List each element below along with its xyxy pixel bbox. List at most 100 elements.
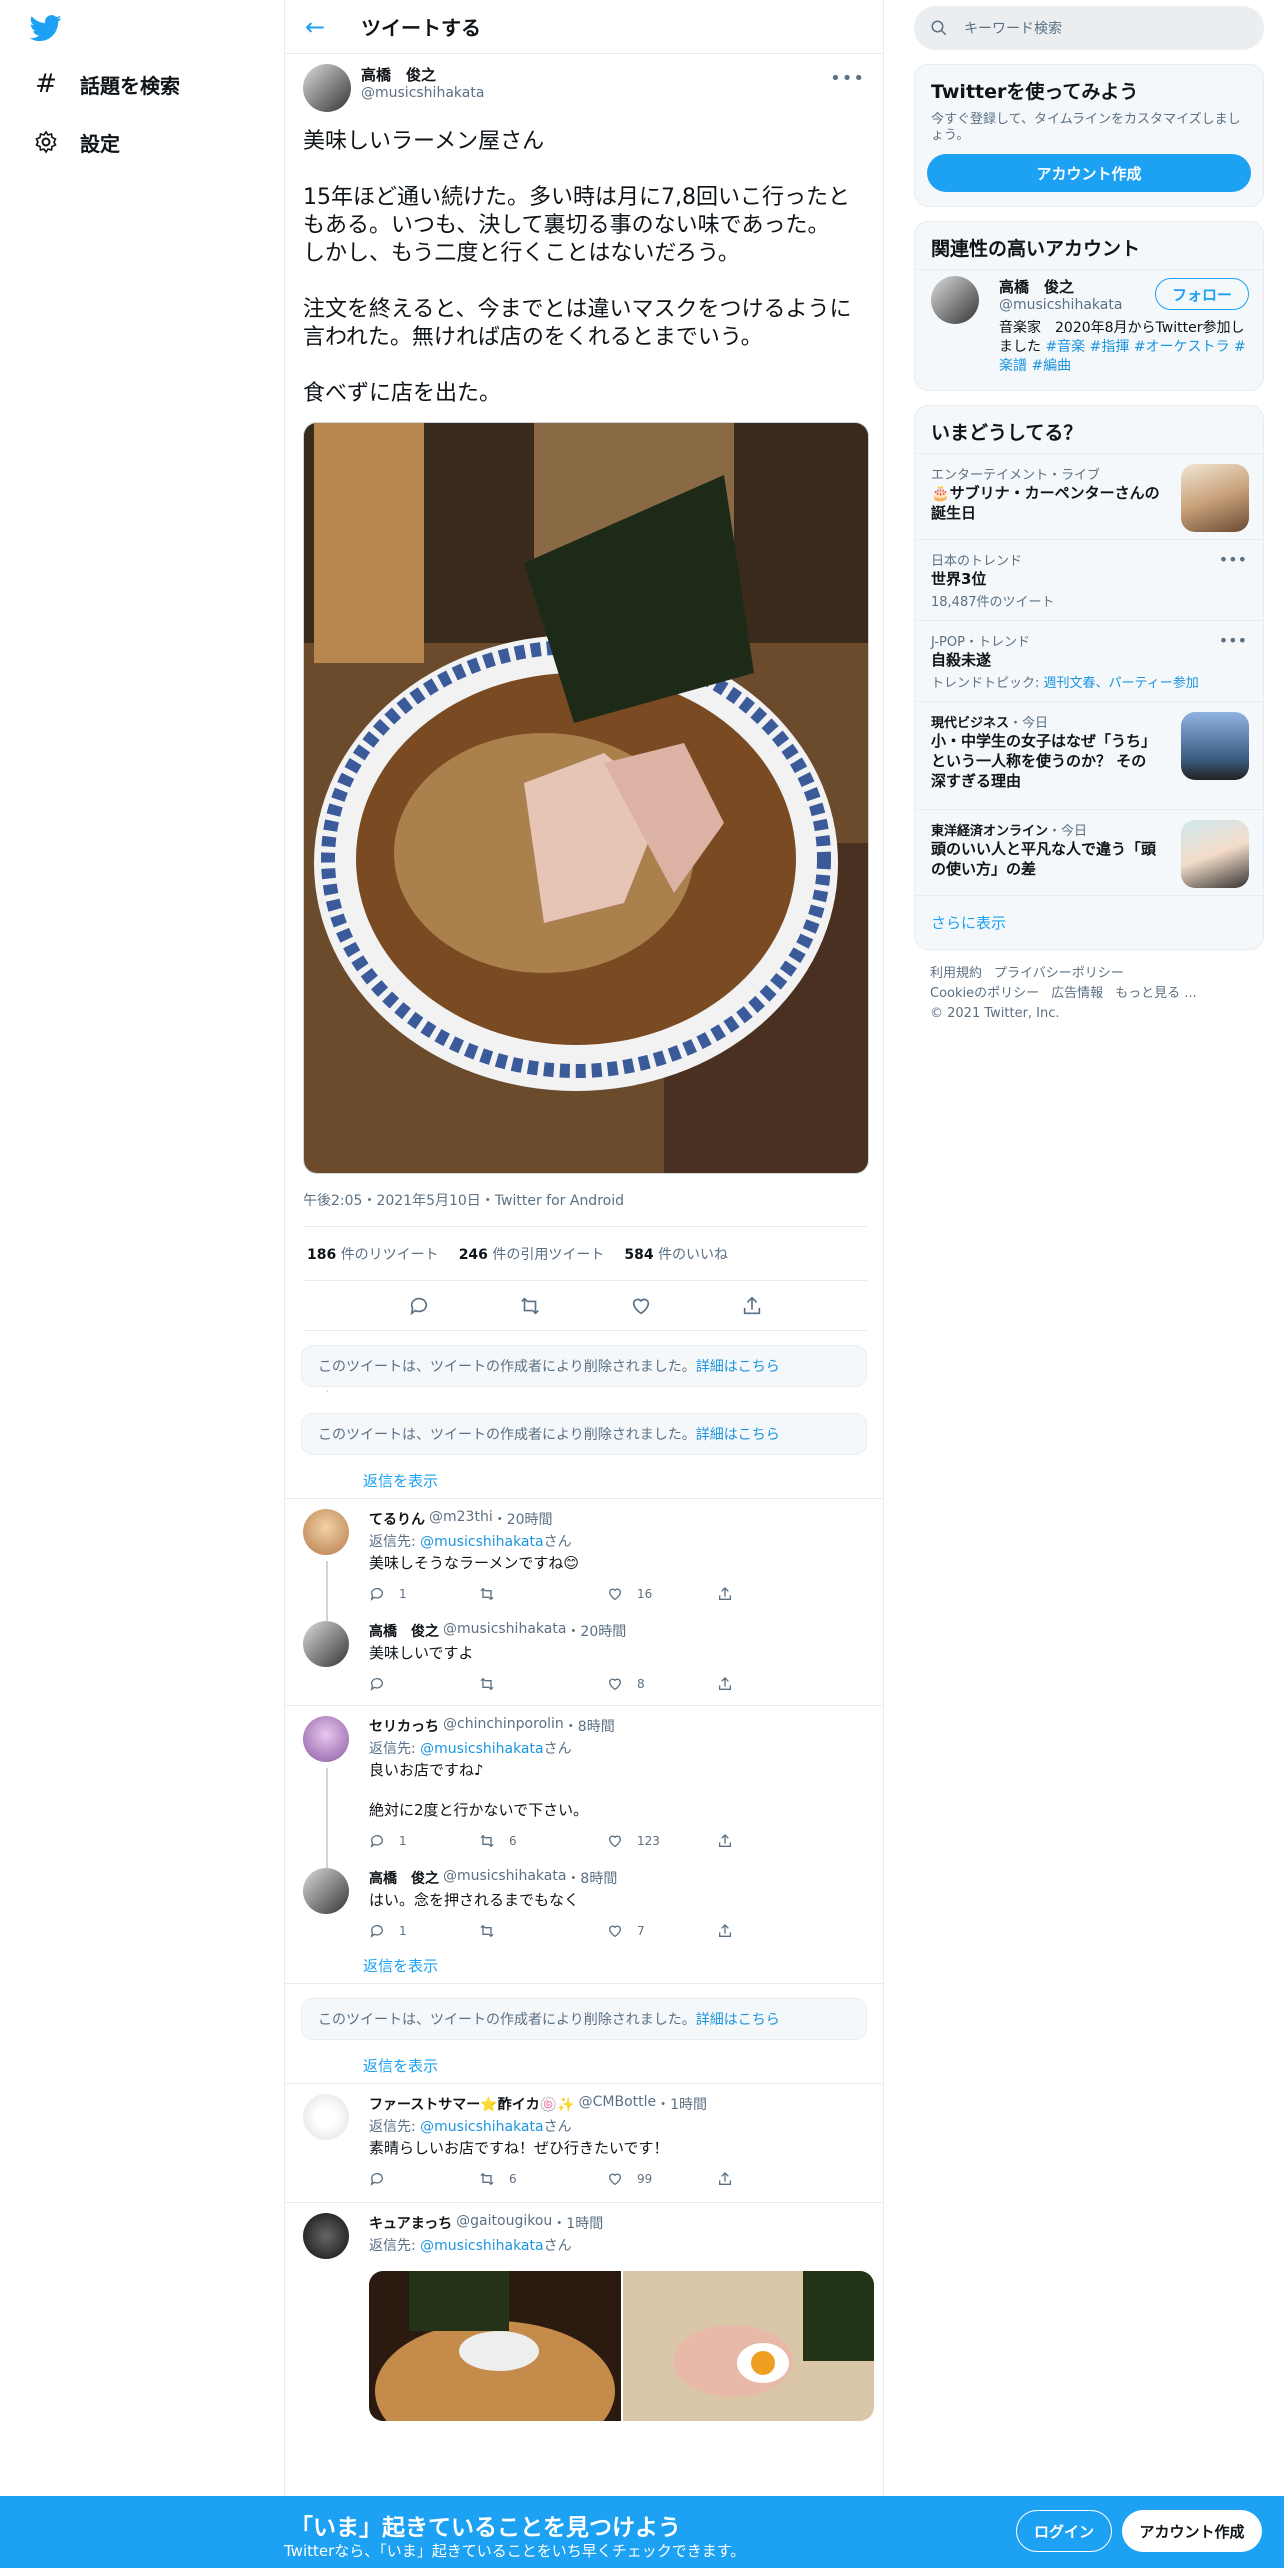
trend-item[interactable]: 東洋経済オンライン・今日 頭のいい人と平凡な人で違う「頭の使い方」の差 — [915, 809, 1263, 895]
quote-count[interactable]: 246 件の引用ツイート — [459, 1244, 605, 1264]
reply-author-name[interactable]: てるりん — [369, 1509, 425, 1529]
reply-time[interactable]: ・8時間 — [564, 1716, 615, 1736]
reply-author-handle[interactable]: @m23thi — [429, 1509, 493, 1529]
trend-item[interactable]: 現代ビジネス・今日 小・中学生の女子はなぜ「うち」という一人称を使うのか？ その… — [915, 701, 1263, 809]
share-button[interactable] — [717, 1832, 827, 1850]
share-button[interactable] — [717, 1675, 827, 1693]
retweet-button[interactable] — [479, 1585, 607, 1603]
reply-author-handle[interactable]: @musicshihakata — [443, 1868, 566, 1888]
share-icon[interactable] — [739, 1293, 765, 1319]
share-button[interactable] — [717, 2170, 827, 2188]
ads-info-link[interactable]: 広告情報 — [1051, 986, 1103, 1001]
more-link[interactable]: もっと見る ... — [1115, 986, 1197, 1001]
details-link[interactable]: 詳細はこちら — [696, 1356, 780, 1376]
nav-settings[interactable]: 設定 — [32, 122, 120, 162]
reply-time[interactable]: ・20時間 — [493, 1509, 553, 1529]
reply-to-link[interactable]: @musicshihakata — [420, 1741, 543, 1757]
details-link[interactable]: 詳細はこちら — [696, 2009, 780, 2029]
reply-author-name[interactable]: 高橋 俊之 — [369, 1868, 439, 1888]
reply-author-name[interactable]: セリカっち — [369, 1716, 439, 1736]
avatar[interactable] — [931, 276, 979, 324]
like-icon[interactable] — [628, 1293, 654, 1319]
author-name[interactable]: 高橋 俊之 — [361, 64, 484, 85]
reply-author-handle[interactable]: @chinchinporolin — [443, 1716, 564, 1736]
reply-button[interactable] — [369, 2170, 479, 2188]
avatar[interactable] — [303, 1621, 349, 1667]
show-replies-link[interactable]: 返信を表示 — [285, 2048, 883, 2084]
ramen-photo-image[interactable] — [369, 2271, 621, 2421]
trend-item[interactable]: J-POP・トレンド 自殺未遂 トレンドトピック: 週刊文春、パーティー参加 •… — [915, 620, 1263, 701]
twitter-logo-icon[interactable] — [28, 12, 64, 44]
author-handle[interactable]: @musicshihakata — [361, 85, 484, 101]
reply-author-name[interactable]: キュアまっち — [369, 2213, 452, 2233]
signup-button[interactable]: アカウント作成 — [1122, 2510, 1262, 2552]
like-button[interactable]: 16 — [607, 1585, 717, 1603]
avatar[interactable] — [303, 2213, 349, 2259]
retweet-button[interactable]: 6 — [479, 1832, 607, 1850]
reply-to-link[interactable]: @musicshihakata — [420, 1534, 543, 1550]
like-count[interactable]: 584 件のいいね — [624, 1244, 728, 1264]
cookie-link[interactable]: Cookieのポリシー — [930, 986, 1039, 1001]
reply-to-link[interactable]: @musicshihakata — [420, 2119, 543, 2135]
like-button[interactable]: 99 — [607, 2170, 717, 2188]
create-account-button[interactable]: アカウント作成 — [927, 154, 1251, 192]
see-more-link[interactable]: さらに表示 — [915, 895, 1263, 949]
reply-tweet[interactable]: セリカっち @chinchinporolin ・8時間 返信先: @musicshi… — [285, 1706, 883, 1888]
tweet-timestamp[interactable]: 午後2:05・2021年5月10日・Twitter for Android — [303, 1190, 867, 1227]
reply-time[interactable]: ・1時間 — [656, 2094, 707, 2114]
reply-time[interactable]: ・20時間 — [566, 1621, 626, 1641]
retweet-button[interactable] — [479, 1675, 607, 1693]
reply-author-handle[interactable]: @CMBottle — [579, 2094, 657, 2114]
reply-time[interactable]: ・1時間 — [552, 2213, 603, 2233]
privacy-link[interactable]: プライバシーポリシー — [994, 966, 1124, 981]
reply-author-handle[interactable]: @musicshihakata — [443, 1621, 566, 1641]
reply-tweet[interactable]: キュアまっち @gaitougikou ・1時間 返信先: @musicshihak… — [285, 2203, 883, 2421]
follow-button[interactable]: フォロー — [1154, 278, 1249, 310]
reply-icon[interactable] — [406, 1293, 432, 1319]
reply-tweet[interactable]: 高橋 俊之 @musicshihakata ・8時間 はい。念を押されるまでもなく … — [285, 1858, 883, 1948]
reply-author-name[interactable]: ファーストサマー⭐酢イカ🍥✨ — [369, 2094, 575, 2114]
retweet-count[interactable]: 186 件のリツイート — [307, 1244, 439, 1264]
reply-button[interactable]: 1 — [369, 1832, 479, 1850]
avatar[interactable] — [303, 1868, 349, 1914]
reply-button[interactable] — [369, 1675, 479, 1693]
reply-button[interactable]: 1 — [369, 1585, 479, 1603]
retweet-icon[interactable] — [517, 1293, 543, 1319]
avatar[interactable] — [303, 2094, 349, 2140]
avatar[interactable] — [303, 64, 351, 112]
like-button[interactable]: 7 — [607, 1922, 717, 1940]
tweet-photo[interactable] — [303, 422, 869, 1174]
more-icon[interactable]: ••• — [830, 68, 865, 89]
show-replies-link[interactable]: 返信を表示 — [285, 1463, 883, 1499]
trend-item[interactable]: エンターテイメント・ライブ 🎂サブリナ・カーペンターさんの誕生日 — [915, 453, 1263, 539]
search-input[interactable]: キーワード検索 — [914, 6, 1264, 50]
nav-explore[interactable]: # 話題を検索 — [32, 64, 180, 104]
avatar[interactable] — [303, 1716, 349, 1762]
share-button[interactable] — [717, 1922, 827, 1940]
retweet-button[interactable]: 6 — [479, 2170, 607, 2188]
trend-topic-links[interactable]: 週刊文春、パーティー参加 — [1044, 676, 1199, 691]
reply-tweet[interactable]: てるりん @m23thi ・20時間 返信先: @musicshihakataさん … — [285, 1499, 883, 1631]
related-account[interactable]: 高橋 俊之 @musicshihakata 音楽家 2020年8月からTwitt… — [915, 270, 1263, 390]
avatar[interactable] — [303, 1509, 349, 1555]
login-button[interactable]: ログイン — [1016, 2510, 1112, 2552]
more-icon[interactable]: ••• — [1219, 550, 1247, 569]
more-icon[interactable]: ••• — [1219, 631, 1247, 650]
terms-link[interactable]: 利用規約 — [930, 966, 982, 981]
reply-tweet[interactable]: ファーストサマー⭐酢イカ🍥✨ @CMBottle ・1時間 返信先: @musics… — [285, 2084, 883, 2203]
reply-button[interactable]: 1 — [369, 1922, 479, 1940]
reply-tweet[interactable]: 高橋 俊之 @musicshihakata ・20時間 美味しいですよ 8 — [285, 1611, 883, 1706]
like-button[interactable]: 123 — [607, 1832, 717, 1850]
details-link[interactable]: 詳細はこちら — [696, 1424, 780, 1444]
reply-time[interactable]: ・8時間 — [566, 1868, 617, 1888]
reply-author-handle[interactable]: @gaitougikou — [456, 2213, 552, 2233]
like-button[interactable]: 8 — [607, 1675, 717, 1693]
reply-to-link[interactable]: @musicshihakata — [420, 2238, 543, 2254]
reply-author-name[interactable]: 高橋 俊之 — [369, 1621, 439, 1641]
back-arrow-icon[interactable]: ← — [305, 13, 335, 41]
retweet-button[interactable] — [479, 1922, 607, 1940]
show-replies-link[interactable]: 返信を表示 — [285, 1948, 883, 1984]
trend-item[interactable]: 日本のトレンド 世界3位 18,487件のツイート ••• — [915, 539, 1263, 620]
ramen-photo-image[interactable] — [623, 2271, 874, 2421]
share-button[interactable] — [717, 1585, 827, 1603]
